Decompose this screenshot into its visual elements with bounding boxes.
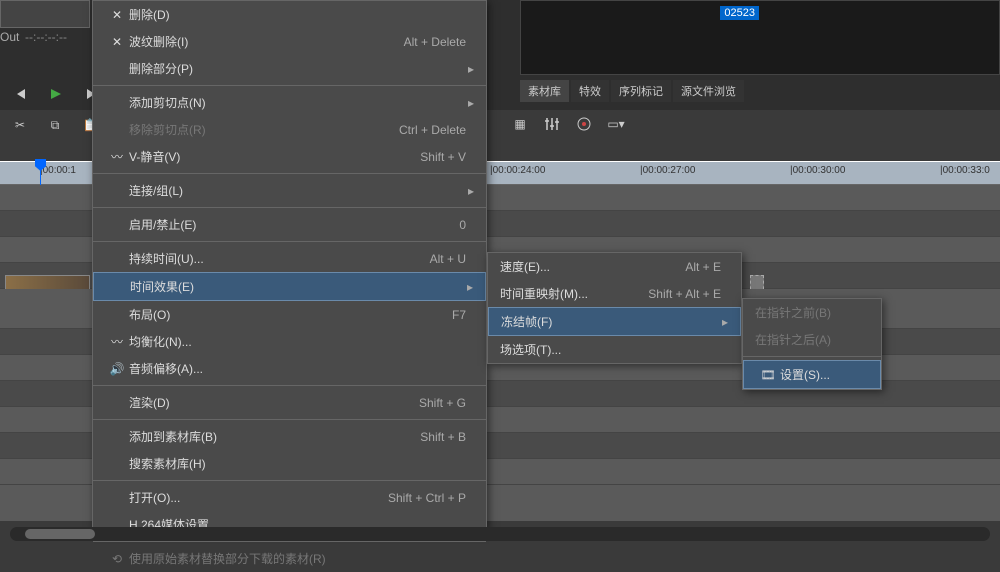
scrollbar-thumb[interactable] (25, 529, 95, 539)
mute-icon: 〰 (105, 148, 129, 165)
menu-after-pointer: 在指针之后(A) (743, 326, 881, 353)
ripple-delete-icon: ✕ (105, 35, 129, 49)
menu-freeze-frame[interactable]: 冻结帧(F)▸ (488, 307, 741, 336)
menu-time-effects[interactable]: 时间效果(E)▸ (93, 272, 486, 301)
settings-sliders-icon[interactable] (542, 115, 562, 133)
tab-source-browse[interactable]: 源文件浏览 (673, 80, 744, 102)
play-button[interactable] (44, 85, 68, 103)
menu-delete[interactable]: ✕删除(D) (93, 1, 486, 28)
tab-effects[interactable]: 特效 (571, 80, 609, 102)
cut-tool-icon[interactable]: ✂ (10, 115, 30, 135)
window-layout-icon[interactable]: ▭▾ (606, 115, 626, 133)
menu-speed[interactable]: 速度(E)...Alt + E (488, 253, 741, 280)
context-menu-freeze-frame: 在指针之前(B) 在指针之后(A) 🎞设置(S)... (742, 298, 882, 390)
tab-markers[interactable]: 序列标记 (611, 80, 671, 102)
replace-icon: ⟲ (105, 552, 129, 566)
color-wheel-icon[interactable] (574, 115, 594, 133)
delete-icon: ✕ (105, 8, 129, 22)
menu-equalize[interactable]: 〰均衡化(N)... (93, 328, 486, 355)
ruler-time: |00:00:24:00 (490, 165, 545, 176)
grid-view-icon[interactable]: ▦ (510, 115, 530, 133)
ruler-time: |00:00:27:00 (640, 165, 695, 176)
menu-add-cut[interactable]: 添加剪切点(N)▸ (93, 89, 486, 116)
menu-ripple-delete[interactable]: ✕波纹删除(I)Alt + Delete (93, 28, 486, 55)
out-label: Out (0, 30, 19, 44)
menu-move-cut: 移除剪切点(R)Ctrl + Delete (93, 116, 486, 143)
menu-v-mute[interactable]: 〰V-静音(V)Shift + V (93, 143, 486, 170)
menu-delete-part[interactable]: 删除部分(P)▸ (93, 55, 486, 82)
audio-icon: 🔊 (105, 362, 129, 376)
prev-button[interactable] (10, 85, 34, 103)
menu-add-to-bin[interactable]: 添加到素材库(B)Shift + B (93, 423, 486, 450)
menu-link-group[interactable]: 连接/组(L)▸ (93, 177, 486, 204)
menu-search-bin[interactable]: 搜索素材库(H) (93, 450, 486, 477)
copy-tool-icon[interactable]: ⧉ (45, 115, 65, 135)
menu-open[interactable]: 打开(O)...Shift + Ctrl + P (93, 484, 486, 511)
tab-bin[interactable]: 素材库 (520, 80, 569, 102)
menu-enable-disable[interactable]: 启用/禁止(E)0 (93, 211, 486, 238)
horizontal-scrollbar[interactable] (10, 527, 990, 541)
film-icon: 🎞 (756, 368, 780, 382)
menu-render[interactable]: 渲染(D)Shift + G (93, 389, 486, 416)
menu-time-remap[interactable]: 时间重映射(M)...Shift + Alt + E (488, 280, 741, 307)
clip-marker: 02523 (720, 6, 759, 20)
menu-settings[interactable]: 🎞设置(S)... (743, 360, 881, 389)
out-timecode: --:--:--:-- (25, 30, 67, 44)
menu-duration[interactable]: 持续时间(U)...Alt + U (93, 245, 486, 272)
source-panel: 02523 (520, 0, 1000, 75)
ruler-time: |00:00:30:00 (790, 165, 845, 176)
context-menu-main: ✕删除(D) ✕波纹删除(I)Alt + Delete 删除部分(P)▸ 添加剪… (92, 0, 487, 530)
context-menu-time-effects: 速度(E)...Alt + E 时间重映射(M)...Shift + Alt +… (487, 252, 742, 364)
menu-replace-partial: ⟲使用原始素材替换部分下载的素材(R) (93, 545, 486, 572)
ruler-time: |00:00:33:0 (940, 165, 990, 176)
menu-field-options[interactable]: 场选项(T)... (488, 336, 741, 363)
menu-audio-offset[interactable]: 🔊音频偏移(A)... (93, 355, 486, 382)
preview-thumbnail (0, 0, 90, 28)
menu-before-pointer: 在指针之前(B) (743, 299, 881, 326)
menu-layout[interactable]: 布局(O)F7 (93, 301, 486, 328)
equalize-icon: 〰 (105, 333, 129, 350)
